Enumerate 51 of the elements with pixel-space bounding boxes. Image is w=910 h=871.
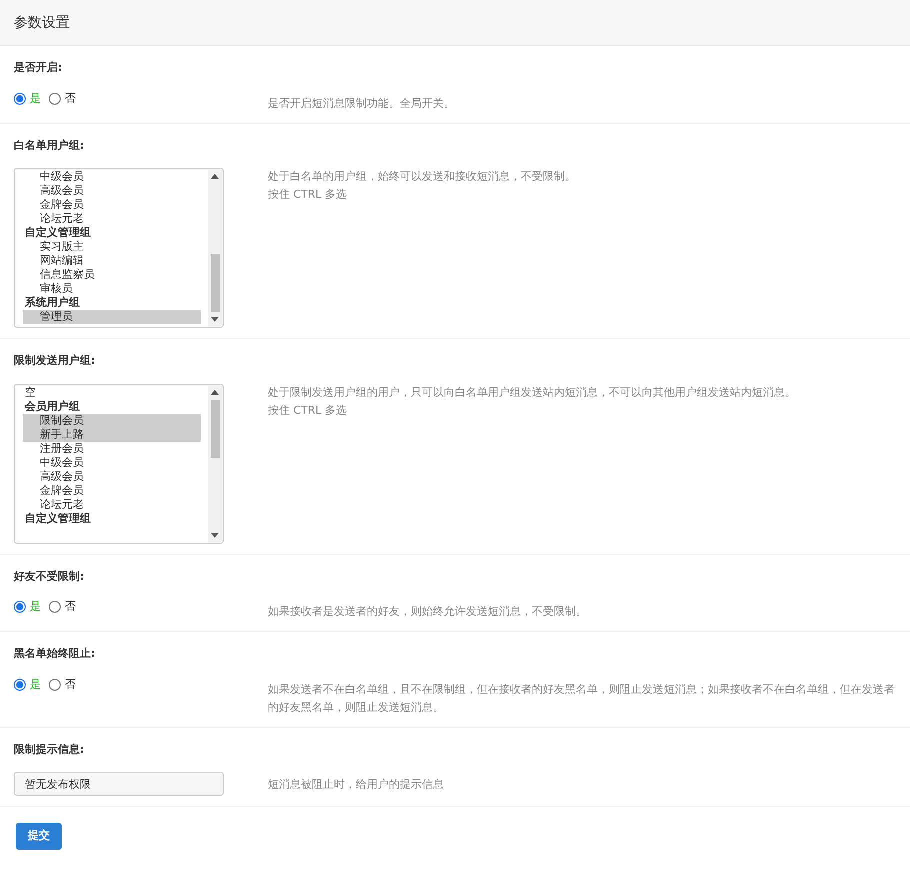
- group-heading[interactable]: 自定义管理组: [23, 512, 201, 526]
- group-heading[interactable]: 会员用户组: [23, 400, 201, 414]
- list-option[interactable]: 高级会员: [23, 470, 201, 484]
- radio-option[interactable]: 否: [49, 676, 76, 693]
- setting-label: 黑名单始终阻止:: [14, 646, 96, 662]
- list-option[interactable]: 金牌会员: [23, 484, 201, 498]
- setting-label: 限制提示信息:: [14, 742, 86, 758]
- scrollbar-thumb[interactable]: [211, 400, 220, 458]
- description-text: 处于白名单的用户组，始终可以发送和接收短消息，不受限制。: [268, 169, 577, 185]
- submit-button[interactable]: 提交: [16, 823, 62, 850]
- scrollbar[interactable]: [208, 386, 222, 542]
- description-text: 处于限制发送用户组的用户，只可以向白名单用户组发送站内短消息，不可以向其他用户组发送站内短消息。: [268, 384, 797, 400]
- description-text: 如果发送者不在白名单组，且不在限制组，但在接收者的好友黑名单，则阻止发送短消息；如果接收者不在白名单组，但在发送者的好友黑名单，则阻止发送短消息。: [268, 682, 896, 716]
- description-text: 如果接收者是发送者的好友，则始终允许发送短消息，不受限制。: [268, 604, 588, 620]
- list-option[interactable]: 中级会员: [23, 456, 201, 470]
- scrollbar-thumb[interactable]: [211, 254, 220, 312]
- list-option[interactable]: 高级会员: [23, 184, 201, 198]
- setting-label: 限制发送用户组:: [14, 353, 96, 369]
- setting-label: 白名单用户组:: [14, 138, 86, 154]
- multi-select-list[interactable]: 空 会员用户组 限制会员 新手上路 注册会员 中级会员 高级会员 金牌会员 论坛元老 自定义管理组: [14, 384, 224, 544]
- panel-title: 参数设置: [0, 0, 910, 46]
- description-text: 是否开启短消息限制功能。全局开关。: [268, 96, 456, 112]
- setting-label: 是否开启:: [14, 60, 64, 76]
- list-option[interactable]: 论坛元老: [23, 212, 201, 226]
- text-input-field[interactable]: 暂无发布权限: [14, 772, 224, 796]
- list-option[interactable]: 空: [23, 386, 201, 400]
- list-option[interactable]: 论坛元老: [23, 498, 201, 512]
- list-option[interactable]: 中级会员: [23, 170, 201, 184]
- scroll-down-icon[interactable]: [211, 532, 219, 538]
- group-heading[interactable]: 系统用户组: [23, 296, 201, 310]
- list-option[interactable]: 实习版主: [23, 240, 201, 254]
- group-heading[interactable]: 自定义管理组: [23, 226, 201, 240]
- list-option[interactable]: 审核员: [23, 282, 201, 296]
- list-option[interactable]: 网站编辑: [23, 254, 201, 268]
- scroll-up-icon[interactable]: [211, 388, 219, 394]
- description-text: 短消息被阻止时，给用户的提示信息: [268, 777, 445, 793]
- scroll-up-icon[interactable]: [211, 173, 219, 179]
- list-option[interactable]: 管理员: [23, 310, 201, 324]
- list-option[interactable]: 金牌会员: [23, 198, 201, 212]
- description-text: 按住 CTRL 多选: [268, 187, 348, 203]
- list-option[interactable]: 新手上路: [23, 428, 201, 442]
- list-option[interactable]: 注册会员: [23, 442, 201, 456]
- multi-select-list[interactable]: 中级会员 高级会员 金牌会员 论坛元老 自定义管理组 实习版主 网站编辑 信息监察员 审核员 系统用户组 管理员: [14, 168, 224, 328]
- radio-option[interactable]: 否: [49, 90, 76, 107]
- setting-label: 好友不受限制:: [14, 568, 86, 584]
- scroll-down-icon[interactable]: [211, 317, 219, 323]
- scrollbar[interactable]: [208, 170, 222, 326]
- radio-option[interactable]: 否: [49, 599, 76, 616]
- list-option[interactable]: 信息监察员: [23, 268, 201, 282]
- list-option[interactable]: 限制会员: [23, 414, 201, 428]
- description-text: 按住 CTRL 多选: [268, 402, 348, 418]
